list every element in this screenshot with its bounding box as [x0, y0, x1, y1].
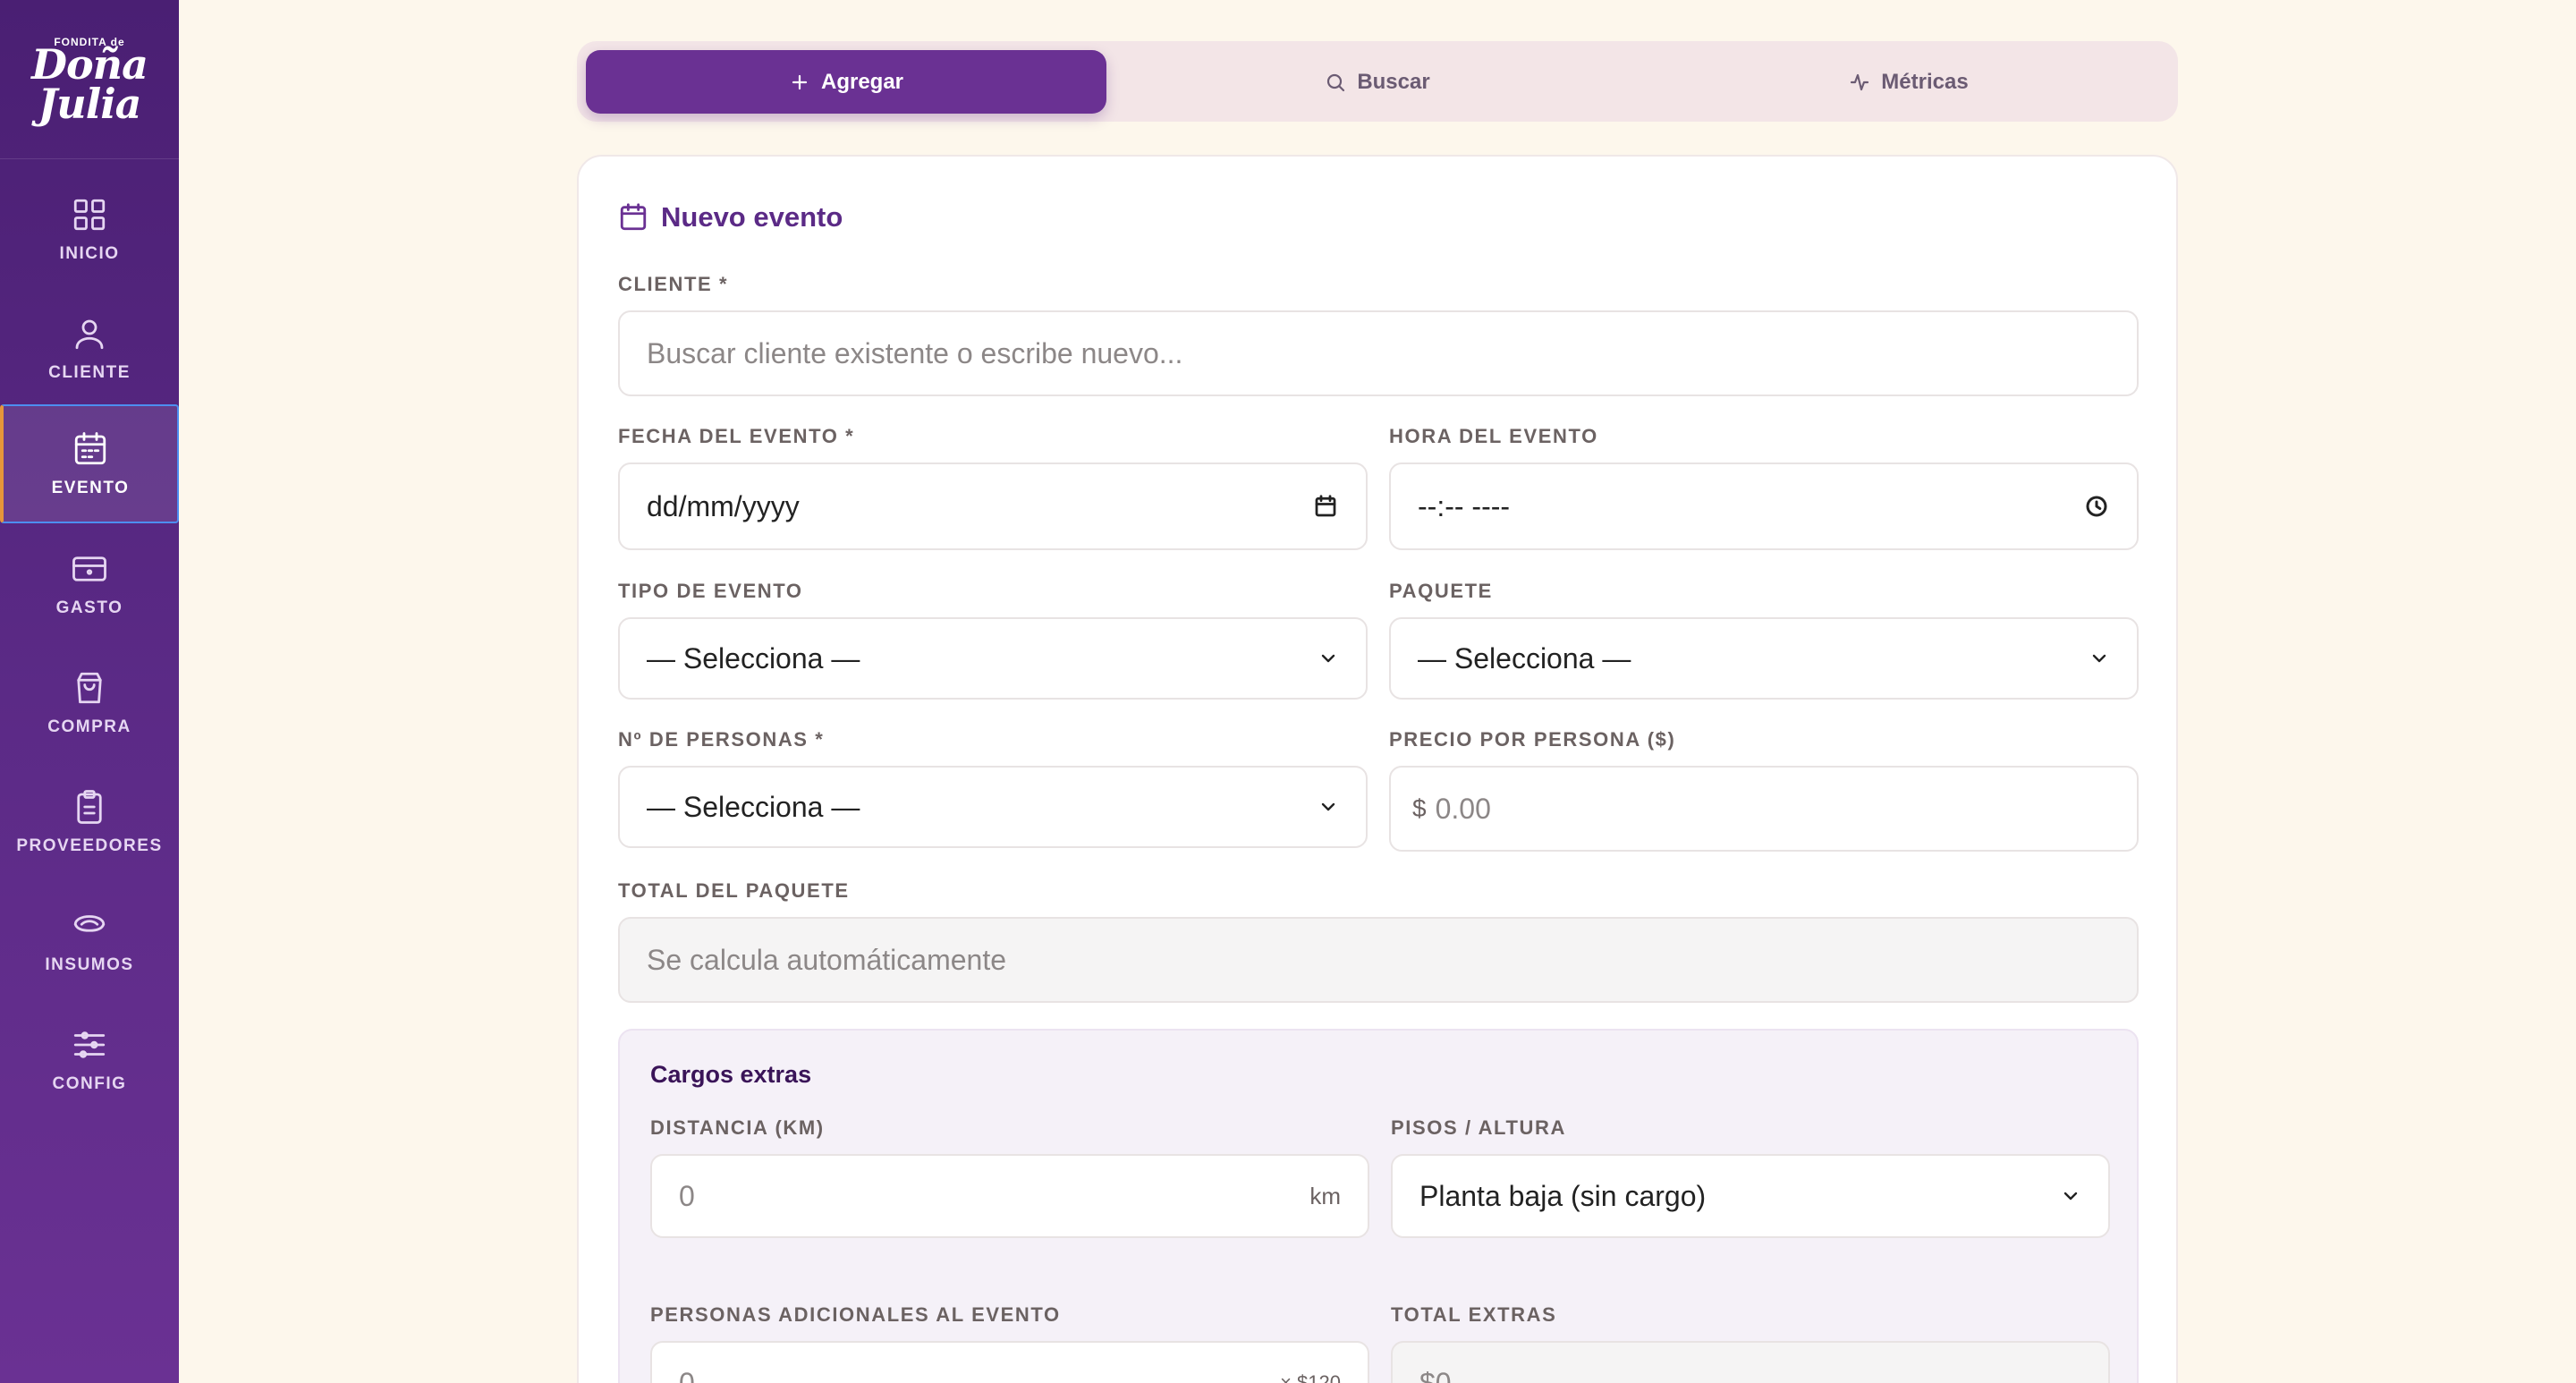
- extras-title: Cargos extras: [650, 1061, 812, 1088]
- fecha-value: dd/mm/yyyy: [647, 489, 800, 522]
- sidebar-item-evento[interactable]: EVENTO: [0, 404, 179, 523]
- precio-label: PRECIO POR PERSONA ($): [1389, 728, 1676, 751]
- distancia-label: DISTANCIA (KM): [650, 1116, 825, 1139]
- sidebar-item-label: CONFIG: [52, 1073, 127, 1093]
- paquete-value: — Selecciona —: [1418, 641, 1631, 675]
- adicionales-input[interactable]: 0 × $120: [650, 1341, 1369, 1383]
- price-per-person-suffix: × $120: [1280, 1371, 1341, 1383]
- chevron-down-icon: [1318, 648, 1339, 669]
- chevron-down-icon: [1318, 796, 1339, 818]
- pisos-select[interactable]: Planta baja (sin cargo): [1391, 1154, 2110, 1238]
- tipo-value: — Selecciona —: [647, 641, 860, 675]
- hora-value: --:-- ----: [1418, 489, 1511, 522]
- brand-name-line1: Doña: [31, 39, 148, 89]
- activity-icon: [1851, 73, 1869, 90]
- clock-icon[interactable]: [2083, 493, 2110, 520]
- sidebar-item-compra[interactable]: COMPRA: [0, 643, 179, 762]
- brand-logo[interactable]: FONDITA de Doña Julia: [0, 0, 179, 159]
- calendar-picker-icon[interactable]: [1312, 493, 1339, 520]
- sidebar-item-label: INSUMOS: [45, 955, 134, 974]
- precio-placeholder: 0.00: [1435, 792, 1491, 825]
- tab-agregar[interactable]: Agregar: [586, 50, 1106, 114]
- hora-label: HORA DEL EVENTO: [1389, 425, 1598, 447]
- personas-label: Nº DE PERSONAS *: [618, 728, 825, 751]
- tipo-select[interactable]: — Selecciona —: [618, 617, 1368, 700]
- search-icon: [1327, 73, 1345, 91]
- tab-metricas[interactable]: Métricas: [1648, 50, 2169, 114]
- total-extras-field: $0: [1391, 1341, 2110, 1383]
- hora-input[interactable]: --:-- ----: [1389, 462, 2139, 550]
- sidebar-item-label: GASTO: [55, 598, 123, 617]
- tab-label: Agregar: [820, 69, 904, 94]
- personas-value: — Selecciona —: [647, 790, 860, 823]
- sidebar-item-label: EVENTO: [51, 478, 130, 497]
- sidebar-item-label: CLIENTE: [48, 362, 131, 382]
- cliente-placeholder: Buscar cliente existente o escribe nuevo…: [647, 336, 1183, 369]
- km-suffix: km: [1309, 1182, 1341, 1209]
- grid-icon: [73, 199, 106, 230]
- tab-label: Buscar: [1357, 69, 1430, 94]
- tipo-label: TIPO DE EVENTO: [618, 580, 803, 602]
- distancia-input[interactable]: 0 km: [650, 1154, 1369, 1238]
- fecha-input[interactable]: dd/mm/yyyy: [618, 462, 1368, 550]
- event-form-card: Nuevo evento CLIENTE * Buscar cliente ex…: [577, 155, 2178, 1383]
- card-title: Nuevo evento: [618, 201, 843, 233]
- tab-label: Métricas: [1881, 69, 1969, 94]
- sidebar-item-label: PROVEEDORES: [16, 836, 163, 855]
- sidebar-item-cliente[interactable]: CLIENTE: [0, 289, 179, 408]
- adicionales-label: PERSONAS ADICIONALES AL EVENTO: [650, 1303, 1061, 1326]
- clipboard-icon: [77, 789, 102, 824]
- sidebar-item-config[interactable]: CONFIG: [0, 1000, 179, 1119]
- shopping-bag-icon: [77, 672, 102, 703]
- calendar-icon: [74, 431, 106, 464]
- cliente-input[interactable]: Buscar cliente existente o escribe nuevo…: [618, 310, 2139, 396]
- sidebar-item-insumos[interactable]: INSUMOS: [0, 881, 179, 1000]
- form-title: Nuevo evento: [661, 201, 843, 233]
- total-extras-label: TOTAL EXTRAS: [1391, 1303, 1557, 1326]
- bowl-icon: [73, 914, 106, 932]
- sidebar-item-inicio[interactable]: INICIO: [0, 170, 179, 289]
- distancia-placeholder: 0: [679, 1179, 695, 1212]
- paquete-label: PAQUETE: [1389, 580, 1493, 602]
- adicionales-placeholder: 0: [679, 1366, 695, 1383]
- sidebar-item-label: INICIO: [59, 243, 120, 263]
- extras-panel: Cargos extras DISTANCIA (KM) 0 km PISOS …: [618, 1029, 2139, 1383]
- calendar-icon: [620, 203, 647, 231]
- fecha-label: FECHA DEL EVENTO *: [618, 425, 855, 447]
- total-label: TOTAL DEL PAQUETE: [618, 879, 850, 902]
- sliders-icon: [73, 1031, 106, 1058]
- total-paquete-field: Se calcula automáticamente: [618, 917, 2139, 1003]
- total-placeholder: Se calcula automáticamente: [647, 943, 1006, 976]
- chevron-down-icon: [2060, 1185, 2081, 1207]
- brand-name-line2: Julia: [38, 79, 142, 128]
- cliente-label: CLIENTE *: [618, 273, 729, 295]
- sidebar: FONDITA de Doña Julia INICIO CLIENTE EVE…: [0, 0, 179, 1383]
- paquete-select[interactable]: — Selecciona —: [1389, 617, 2139, 700]
- chevron-down-icon: [2089, 648, 2110, 669]
- personas-select[interactable]: — Selecciona —: [618, 766, 1368, 848]
- tab-buscar[interactable]: Buscar: [1117, 50, 1638, 114]
- user-icon: [75, 319, 104, 349]
- precio-input[interactable]: $ 0.00: [1389, 766, 2139, 852]
- sidebar-item-proveedores[interactable]: PROVEEDORES: [0, 762, 179, 881]
- pisos-label: PISOS / ALTURA: [1391, 1116, 1566, 1139]
- plus-icon: [792, 74, 808, 89]
- view-tabs: Agregar Buscar Métricas: [577, 41, 2178, 122]
- total-extras-placeholder: $0: [1419, 1366, 1452, 1383]
- wallet-icon: [72, 556, 106, 581]
- pisos-value: Planta baja (sin cargo): [1419, 1179, 1707, 1212]
- sidebar-item-gasto[interactable]: GASTO: [0, 524, 179, 643]
- sidebar-item-label: COMPRA: [47, 717, 131, 736]
- currency-prefix: $: [1412, 794, 1427, 822]
